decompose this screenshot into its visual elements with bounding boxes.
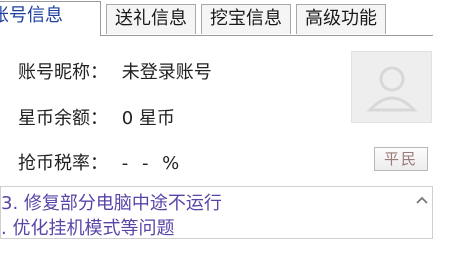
news-box[interactable]: 3. 修复部分电脑中途不运行 . 优化挂机模式等问题 — [0, 186, 433, 239]
level-badge: 平民 — [374, 147, 428, 171]
nickname-label: 账号昵称： — [18, 62, 108, 83]
tab-treasure-info[interactable]: 挖宝信息 — [201, 4, 291, 34]
tab-gift-info[interactable]: 送礼信息 — [106, 4, 196, 34]
news-line-1: 3. 修复部分电脑中途不运行 — [1, 193, 222, 214]
tab-account-info[interactable]: 账号信息 — [0, 1, 101, 36]
news-scrollbar[interactable] — [412, 187, 432, 238]
rate-label: 抢币税率： — [18, 153, 108, 174]
tab-bar: 账号信息 送礼信息 挖宝信息 高级功能 — [0, 0, 473, 37]
rate-row: 抢币税率： - - % — [18, 149, 183, 175]
news-line-2: . 优化挂机模式等问题 — [1, 218, 175, 239]
rate-value: - - % — [121, 153, 184, 174]
balance-label: 星币余额： — [18, 108, 108, 129]
avatar[interactable] — [351, 51, 432, 123]
user-silhouette-icon — [366, 66, 418, 112]
nickname-value: 未登录账号 — [121, 62, 212, 83]
tab-advanced[interactable]: 高级功能 — [296, 4, 386, 34]
chevron-up-icon[interactable] — [416, 196, 428, 204]
account-window: 账号信息 送礼信息 挖宝信息 高级功能 账号昵称： 未登录账号 星币余额： 0 … — [0, 0, 473, 261]
balance-value: 0 星币 — [121, 108, 175, 129]
balance-row: 星币余额： 0 星币 — [18, 104, 175, 130]
nickname-row: 账号昵称： 未登录账号 — [18, 58, 212, 84]
